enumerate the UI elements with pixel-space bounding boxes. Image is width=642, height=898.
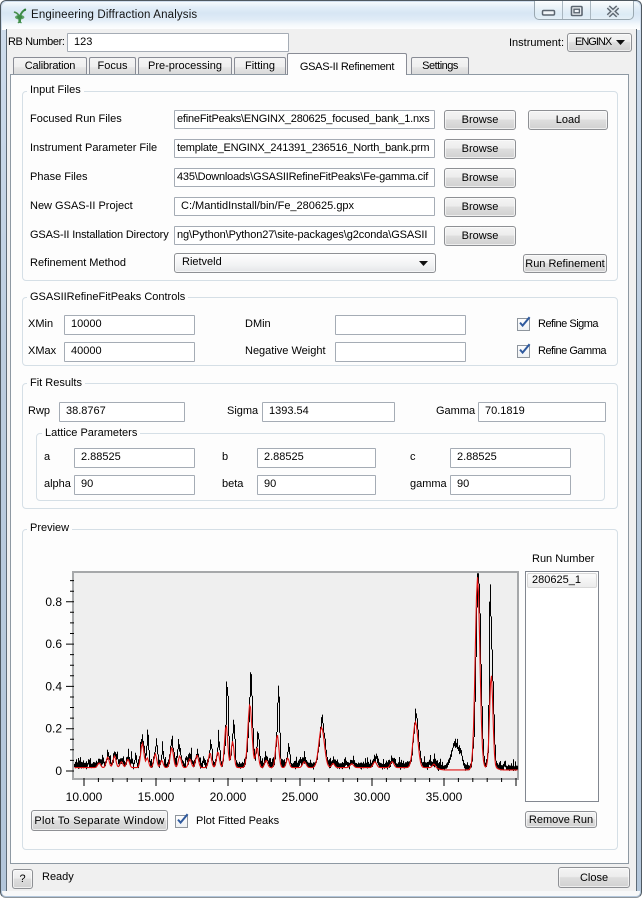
svg-text:0.6: 0.6 — [45, 637, 62, 651]
svg-text:25.000: 25.000 — [282, 790, 319, 804]
svg-text:0.4: 0.4 — [45, 679, 62, 693]
svg-text:10.000: 10.000 — [66, 790, 103, 804]
svg-text:35.000: 35.000 — [426, 790, 463, 804]
svg-text:0: 0 — [55, 764, 62, 778]
svg-text:15.000: 15.000 — [138, 790, 175, 804]
svg-text:0.2: 0.2 — [45, 722, 62, 736]
svg-text:20.000: 20.000 — [210, 790, 247, 804]
svg-text:30.000: 30.000 — [354, 790, 391, 804]
svg-text:0.8: 0.8 — [45, 595, 62, 609]
